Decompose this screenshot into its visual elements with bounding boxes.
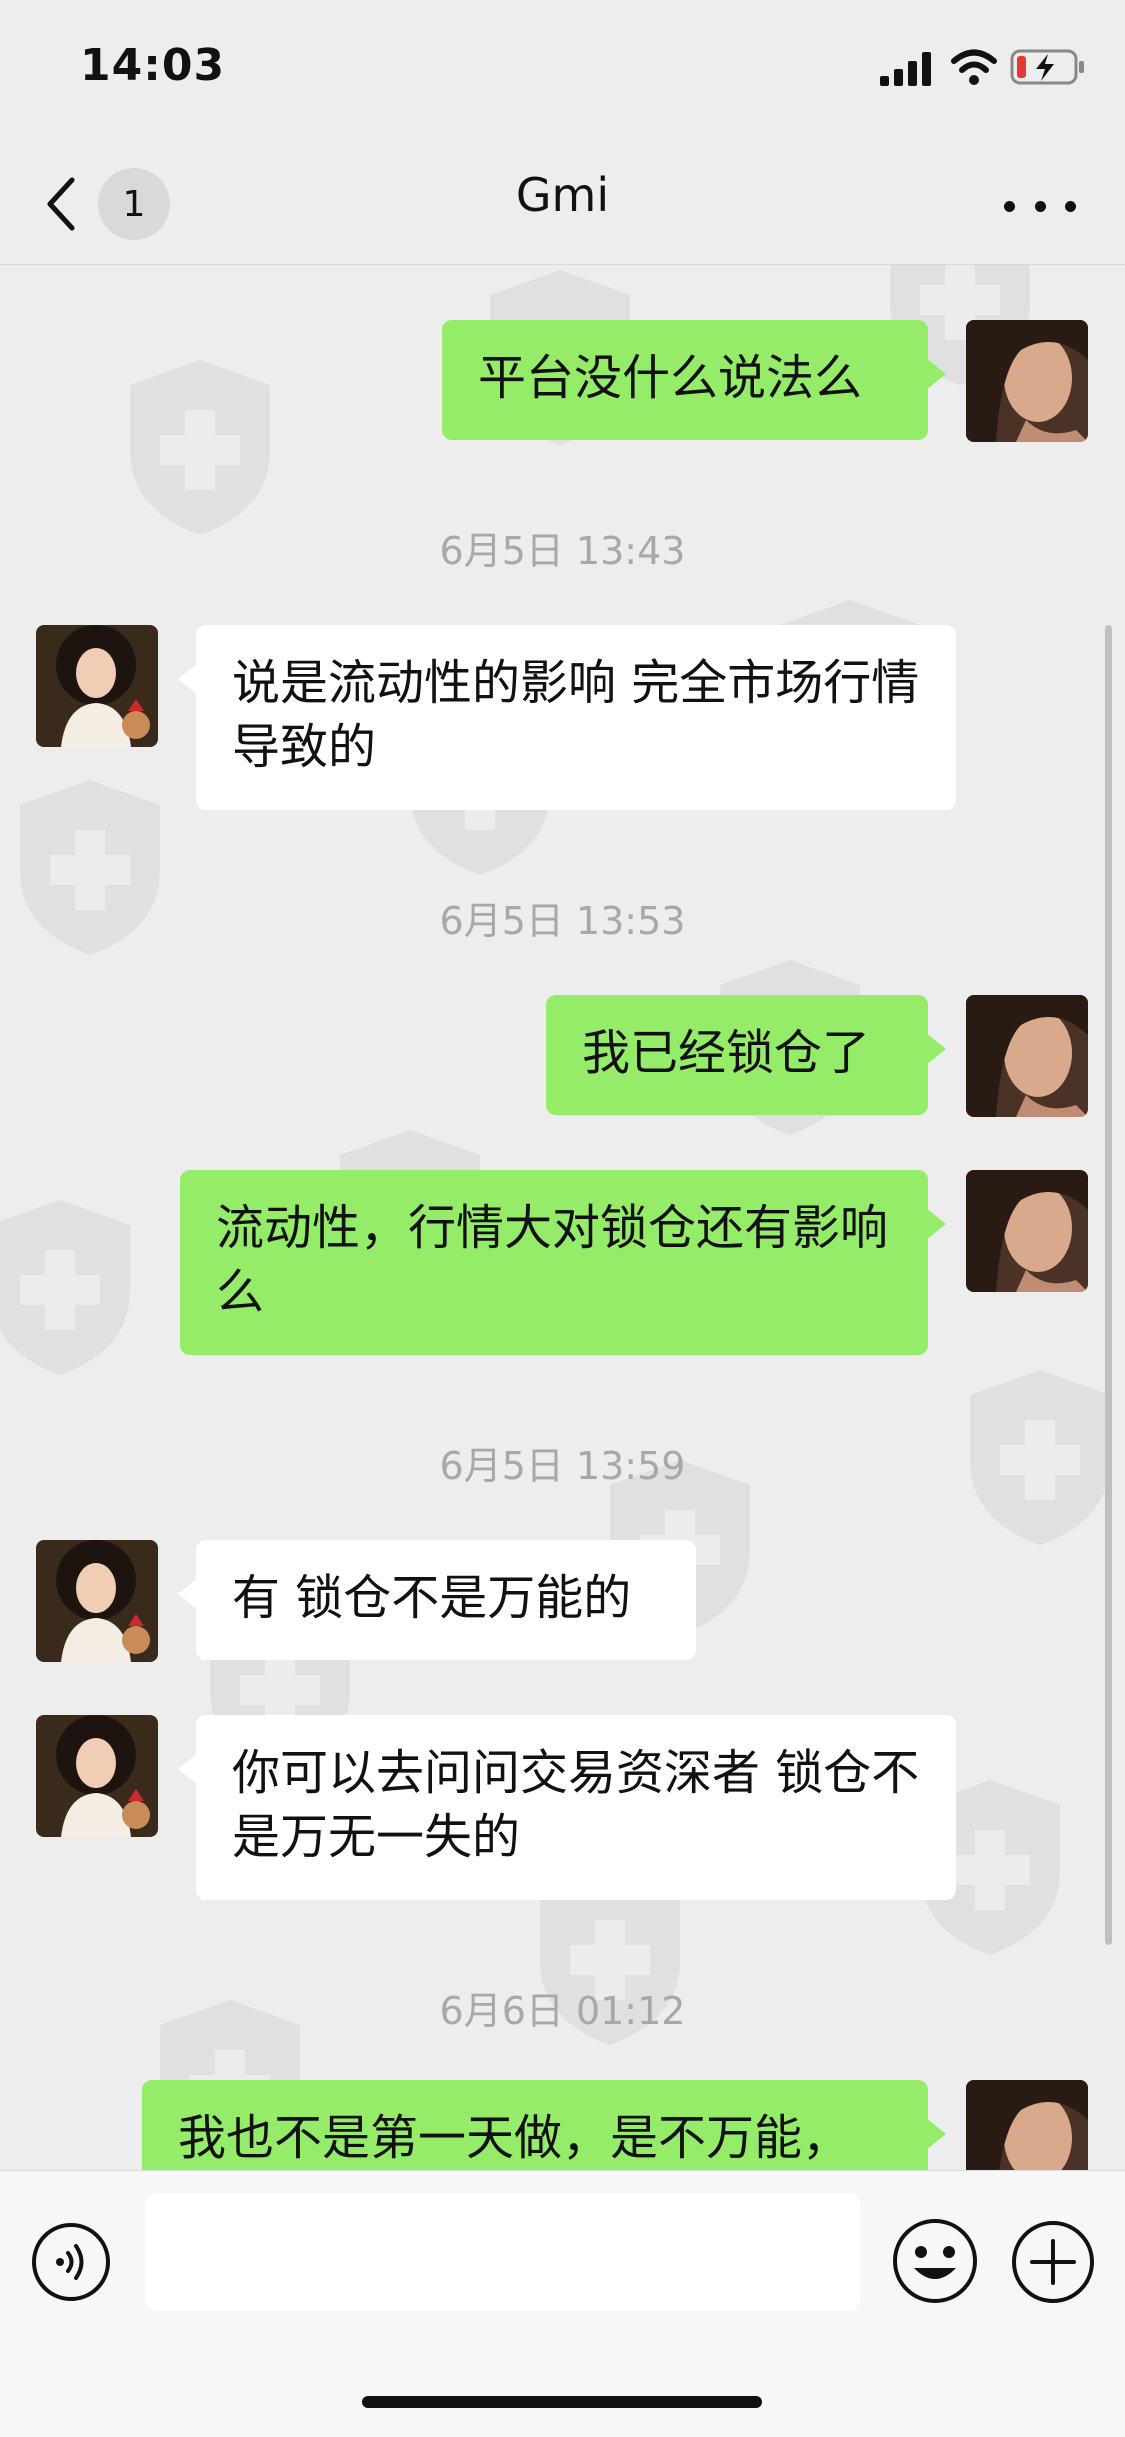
status-time: 14:03 (80, 40, 226, 91)
message-bubble-received[interactable]: 有 锁仓不是万能的 (178, 1540, 696, 1660)
self-avatar[interactable] (966, 1170, 1088, 1292)
message-bubble-sent[interactable]: 平台没什么说法么 (442, 320, 946, 440)
self-avatar[interactable] (966, 2080, 1088, 2170)
chat-header: 1 Gmi (0, 140, 1125, 265)
status-bar: 14:03 (0, 0, 1125, 140)
more-options-button[interactable] (1004, 186, 1076, 226)
wifi-icon (951, 49, 997, 85)
emoji-button[interactable] (890, 2216, 980, 2306)
contact-avatar[interactable] (36, 625, 158, 747)
message-bubble-sent[interactable]: 流动性，行情大对锁仓还有影响么 (180, 1170, 946, 1355)
message-bubble-sent[interactable]: 我已经锁仓了 (546, 995, 946, 1115)
message-timestamp: 6月6日 01:12 (439, 1989, 686, 2033)
self-avatar[interactable] (966, 320, 1088, 442)
message-text-input[interactable] (145, 2193, 860, 2311)
voice-input-button[interactable] (30, 2221, 112, 2303)
message-timestamp: 6月5日 13:59 (439, 1444, 686, 1488)
message-timestamp: 6月5日 13:53 (439, 899, 686, 943)
self-avatar[interactable] (966, 995, 1088, 1117)
chat-title: Gmi (515, 168, 610, 222)
home-indicator[interactable] (362, 2396, 762, 2408)
message-bubble-received[interactable]: 你可以去问问交易资深者 锁仓不是万无一失的 (178, 1715, 956, 1900)
shield-watermark-icon (130, 360, 270, 535)
message-bubble-sent[interactable]: 我也不是第一天做，是不万能， (142, 2080, 946, 2170)
message-list[interactable]: 平台没什么说法么 6月5日 13:43 说是流动性的影响 完全市场行情导致的 6… (0, 265, 1125, 2170)
battery-icon (1010, 49, 1084, 85)
scrollbar[interactable] (1105, 625, 1112, 1945)
message-timestamp: 6月5日 13:43 (439, 529, 686, 573)
shield-watermark-icon (0, 1200, 130, 1375)
message-bubble-received[interactable]: 说是流动性的影响 完全市场行情导致的 (178, 625, 956, 810)
signal-icon (880, 52, 931, 86)
contact-avatar[interactable] (36, 1540, 158, 1662)
add-attachment-button[interactable] (1010, 2219, 1096, 2305)
contact-avatar[interactable] (36, 1715, 158, 1837)
more-dots-icon (1004, 200, 1015, 212)
